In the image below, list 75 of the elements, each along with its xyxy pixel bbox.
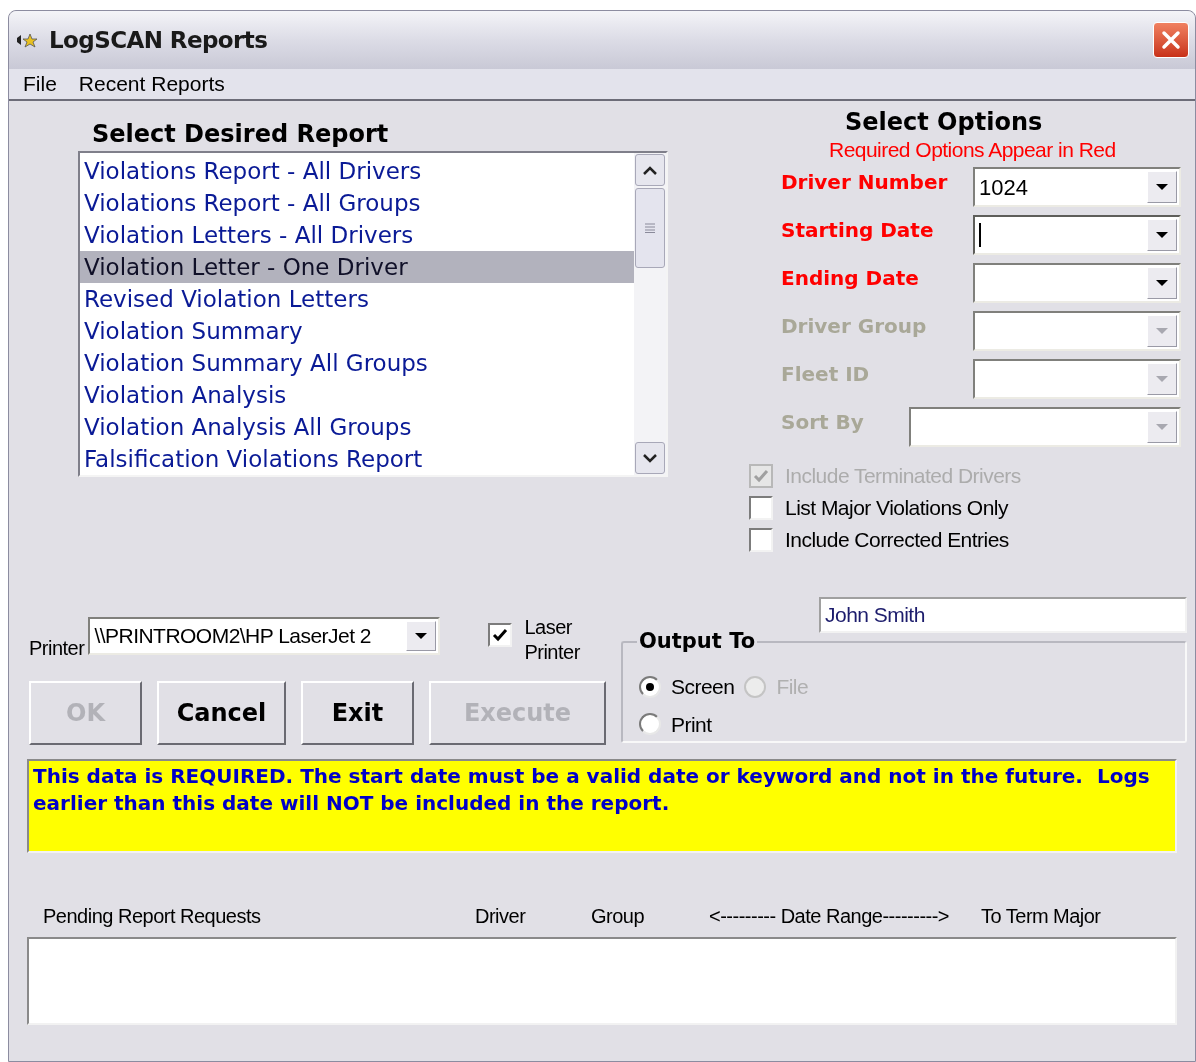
report-list-item[interactable]: Violation Letter - One Driver	[80, 251, 634, 283]
column-heading: <--------- Date Range--------->	[709, 904, 951, 929]
dialog-button[interactable]: Cancel	[157, 681, 286, 745]
grip-icon	[645, 223, 655, 233]
caret-icon	[1155, 279, 1169, 287]
checkbox[interactable]	[749, 528, 773, 552]
checkbox[interactable]	[749, 496, 773, 520]
checkmark-icon	[492, 628, 509, 642]
field-label: Starting Date	[781, 217, 935, 244]
combo-box[interactable]	[973, 215, 1181, 255]
user-name-field[interactable]: John Smith	[819, 597, 1187, 633]
combo-box[interactable]	[973, 263, 1181, 303]
field-value: \\PRINTROOM2\HP LaserJet 2	[93, 623, 372, 650]
required-note: Required Options Appear in Red	[829, 137, 1117, 163]
chevron-up-icon	[643, 165, 657, 175]
caret-icon	[1155, 375, 1169, 383]
report-list-item[interactable]: Violation Letters - All Drivers	[80, 219, 634, 251]
checkmark-icon	[753, 469, 769, 483]
printer-combo-box[interactable]: \\PRINTROOM2\HP LaserJet 2	[88, 617, 441, 655]
scroll-thumb[interactable]	[635, 188, 665, 268]
field-value: 1024	[979, 173, 1028, 202]
close-icon	[1161, 30, 1181, 50]
dropdown-button[interactable]	[1147, 267, 1177, 299]
radio-button[interactable]	[639, 675, 661, 698]
combo-box[interactable]: 1024	[973, 167, 1181, 207]
checkbox-label: Laser Printer	[524, 615, 581, 665]
checkbox[interactable]	[488, 623, 513, 647]
dialog-button[interactable]: Exit	[301, 681, 414, 745]
scroll-up-button[interactable]	[635, 154, 665, 186]
report-list-item[interactable]: Violation Summary All Groups	[80, 347, 634, 379]
caret-icon	[1155, 423, 1169, 431]
field-label: Sort By	[781, 409, 865, 436]
dropdown-button[interactable]	[1147, 171, 1177, 203]
caret-icon	[1155, 327, 1169, 335]
dropdown-button[interactable]	[1147, 219, 1177, 251]
column-heading: Pending Report Requests	[42, 904, 262, 929]
report-list-item[interactable]: Revised Violation Letters	[80, 283, 634, 315]
report-list-item[interactable]: Falsification Violations Report	[80, 443, 634, 475]
report-list-item[interactable]: Violation Summary	[80, 315, 634, 347]
checkbox-label: Include Terminated Drivers	[785, 463, 1021, 490]
column-heading: Group	[591, 904, 646, 929]
close-button[interactable]	[1153, 22, 1189, 58]
radio-button[interactable]	[639, 713, 661, 736]
checkbox-label: Include Corrected Entries	[785, 527, 1009, 554]
column-heading: Driver	[475, 904, 527, 929]
checkbox-label: List Major Violations Only	[785, 495, 1008, 522]
section-heading: Select Desired Report	[92, 119, 390, 149]
caret-icon	[414, 632, 429, 640]
printer-label: Printer	[29, 636, 85, 661]
report-list[interactable]	[78, 151, 668, 477]
column-heading: Major	[1053, 904, 1102, 929]
radio-label: Print	[671, 711, 712, 738]
help-message: This data is REQUIRED. The start date must be a valid date or keyword and not in the future. Logs earlier than this date will NOT be included in the report.	[27, 759, 1177, 853]
report-list-item[interactable]: Violations Report - All Groups	[80, 187, 634, 219]
section-heading: Select Options	[845, 107, 1044, 137]
scrollbar[interactable]	[634, 153, 666, 475]
dropdown-button[interactable]	[406, 621, 437, 651]
report-list-item[interactable]: Violation Analysis	[80, 379, 634, 411]
scroll-down-button[interactable]	[635, 442, 665, 474]
field-label: Driver Number	[781, 169, 949, 196]
caret-icon	[1155, 183, 1169, 191]
radio-label: Screen	[671, 674, 735, 700]
field-label: Fleet ID	[781, 361, 871, 388]
chevron-down-icon	[643, 453, 657, 463]
column-heading: To Term	[981, 904, 1050, 929]
menu-item[interactable]: File	[17, 68, 63, 100]
pending-requests-list[interactable]	[27, 937, 1177, 1025]
menu-item[interactable]: Recent Reports	[72, 68, 231, 100]
report-list-item[interactable]: Violations Report - All Drivers	[80, 155, 634, 187]
window-title: LogSCAN Reports	[49, 25, 268, 55]
field-label: Ending Date	[781, 265, 920, 292]
caret-icon	[1155, 231, 1169, 239]
report-list-item[interactable]: Violation Analysis All Groups	[80, 411, 634, 443]
field-label: Driver Group	[781, 313, 928, 340]
text-cursor	[979, 223, 981, 247]
